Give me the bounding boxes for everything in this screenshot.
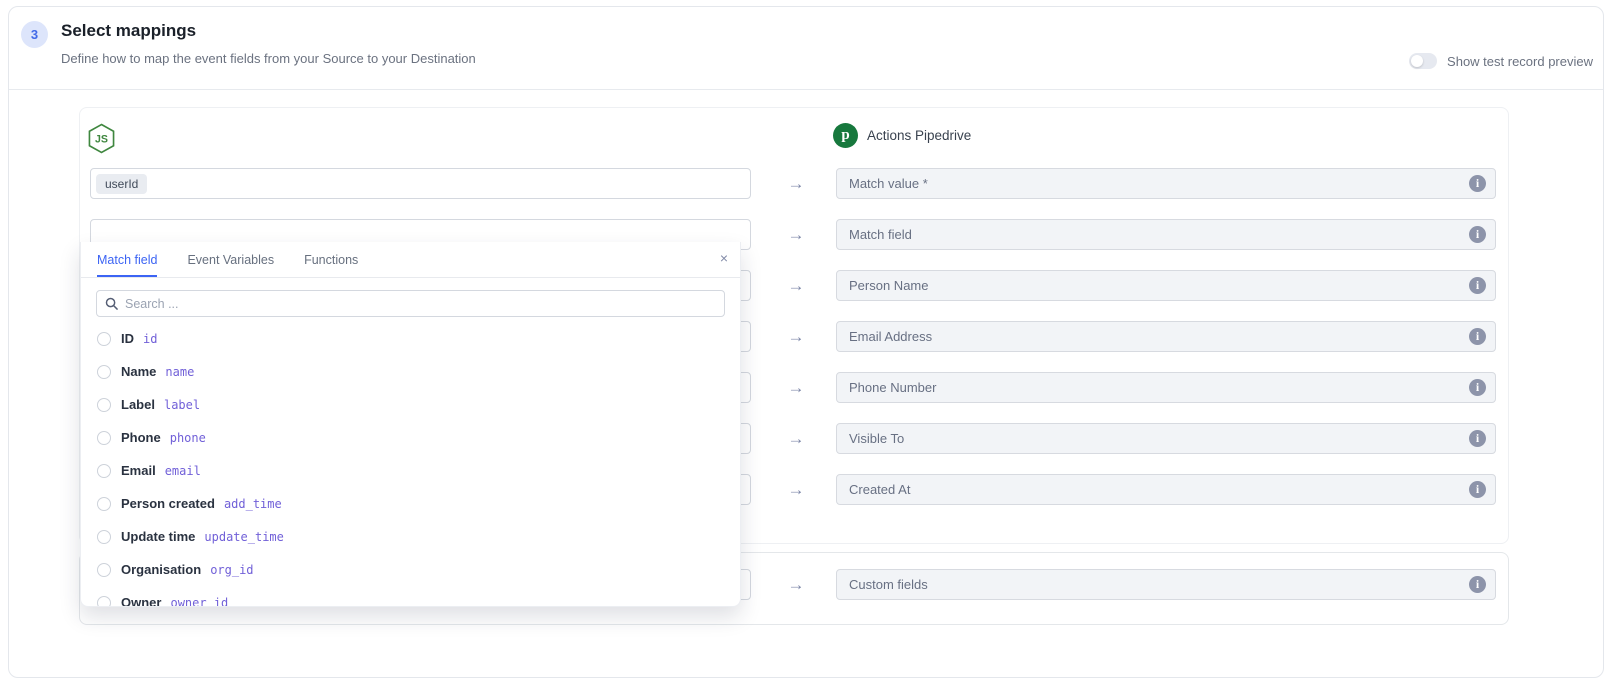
field-option-id[interactable]: ID id: [81, 322, 740, 355]
option-label: Update time: [121, 529, 195, 544]
field-option-label[interactable]: Label label: [81, 388, 740, 421]
radio-icon[interactable]: [97, 365, 111, 379]
field-option-update-time[interactable]: Update time update_time: [81, 520, 740, 553]
option-code: owner_id: [170, 596, 228, 608]
destination-field-match-value[interactable]: Match value * i: [836, 168, 1496, 199]
destination-field-match-field[interactable]: Match field i: [836, 219, 1496, 250]
field-option-person-created[interactable]: Person created add_time: [81, 487, 740, 520]
radio-icon[interactable]: [97, 530, 111, 544]
destination-field-phone-number[interactable]: Phone Number i: [836, 372, 1496, 403]
page-title: Select mappings: [61, 21, 196, 41]
destination-field-label: Phone Number: [849, 380, 936, 395]
field-option-organisation[interactable]: Organisation org_id: [81, 553, 740, 586]
option-label: Label: [121, 397, 155, 412]
destination-field-label: Email Address: [849, 329, 932, 344]
radio-icon[interactable]: [97, 596, 111, 608]
destination-field-visible-to[interactable]: Visible To i: [836, 423, 1496, 454]
field-picker-dropdown: Match field Event Variables Functions × …: [80, 242, 741, 607]
info-icon[interactable]: i: [1469, 175, 1486, 192]
option-code: org_id: [210, 563, 253, 577]
show-test-record-toggle[interactable]: Show test record preview: [1409, 53, 1593, 69]
destination-field-label: Custom fields: [849, 577, 928, 592]
field-option-name[interactable]: Name name: [81, 355, 740, 388]
svg-text:JS: JS: [95, 133, 108, 145]
search-input[interactable]: [125, 297, 716, 311]
option-code: phone: [170, 431, 206, 445]
info-icon[interactable]: i: [1469, 328, 1486, 345]
option-code: id: [143, 332, 157, 346]
info-icon[interactable]: i: [1469, 481, 1486, 498]
field-option-phone[interactable]: Phone phone: [81, 421, 740, 454]
destination-app-header: p Actions Pipedrive: [833, 123, 971, 148]
option-code: name: [165, 365, 194, 379]
step-number-badge: 3: [21, 21, 48, 48]
destination-field-label: Visible To: [849, 431, 904, 446]
arrow-icon: →: [783, 474, 809, 505]
option-code: add_time: [224, 497, 282, 511]
page-subtitle: Define how to map the event fields from …: [61, 51, 476, 66]
destination-field-created-at[interactable]: Created At i: [836, 474, 1496, 505]
destination-field-label: Person Name: [849, 278, 928, 293]
option-label: Person created: [121, 496, 215, 511]
destination-field-label: Created At: [849, 482, 910, 497]
search-icon: [105, 297, 118, 310]
dropdown-tabs: Match field Event Variables Functions ×: [81, 242, 740, 278]
arrow-icon: →: [783, 168, 809, 199]
info-icon[interactable]: i: [1469, 576, 1486, 593]
info-icon[interactable]: i: [1469, 430, 1486, 447]
toggle-knob: [1411, 55, 1423, 67]
info-icon[interactable]: i: [1469, 226, 1486, 243]
tab-match-field[interactable]: Match field: [97, 242, 157, 277]
option-code: label: [164, 398, 200, 412]
field-option-list: ID id Name name Label label Phone phone …: [81, 322, 740, 607]
field-option-email[interactable]: Email email: [81, 454, 740, 487]
tab-event-variables[interactable]: Event Variables: [187, 242, 274, 277]
arrow-icon: →: [783, 423, 809, 454]
toggle-label: Show test record preview: [1447, 54, 1593, 69]
destination-field-label: Match value *: [849, 176, 928, 191]
tab-functions[interactable]: Functions: [304, 242, 358, 277]
option-label: Name: [121, 364, 156, 379]
destination-field-custom-fields[interactable]: Custom fields i: [836, 569, 1496, 600]
arrow-icon: →: [783, 219, 809, 250]
page: 3 Select mappings Define how to map the …: [0, 0, 1613, 687]
option-label: ID: [121, 331, 134, 346]
option-label: Organisation: [121, 562, 201, 577]
source-field-chip[interactable]: userId: [96, 174, 147, 194]
destination-field-email-address[interactable]: Email Address i: [836, 321, 1496, 352]
destination-field-person-name[interactable]: Person Name i: [836, 270, 1496, 301]
arrow-icon: →: [783, 270, 809, 301]
destination-field-label: Match field: [849, 227, 912, 242]
radio-icon[interactable]: [97, 332, 111, 346]
toggle-switch-icon[interactable]: [1409, 53, 1437, 69]
option-code: update_time: [204, 530, 283, 544]
radio-icon[interactable]: [97, 431, 111, 445]
info-icon[interactable]: i: [1469, 277, 1486, 294]
option-label: Owner: [121, 595, 161, 607]
nodejs-icon: JS: [88, 123, 115, 154]
arrow-icon: →: [783, 372, 809, 403]
source-input-1[interactable]: userId: [90, 168, 751, 199]
option-label: Phone: [121, 430, 161, 445]
pipedrive-icon: p: [833, 123, 858, 148]
search-bar[interactable]: [96, 290, 725, 317]
arrow-icon: →: [783, 569, 809, 600]
field-option-owner[interactable]: Owner owner_id: [81, 586, 740, 607]
header-divider: [9, 89, 1603, 90]
destination-app-title: Actions Pipedrive: [867, 128, 971, 143]
option-label: Email: [121, 463, 156, 478]
radio-icon[interactable]: [97, 497, 111, 511]
close-icon[interactable]: ×: [720, 251, 728, 265]
radio-icon[interactable]: [97, 563, 111, 577]
option-code: email: [165, 464, 201, 478]
arrow-icon: →: [783, 321, 809, 352]
radio-icon[interactable]: [97, 398, 111, 412]
radio-icon[interactable]: [97, 464, 111, 478]
info-icon[interactable]: i: [1469, 379, 1486, 396]
